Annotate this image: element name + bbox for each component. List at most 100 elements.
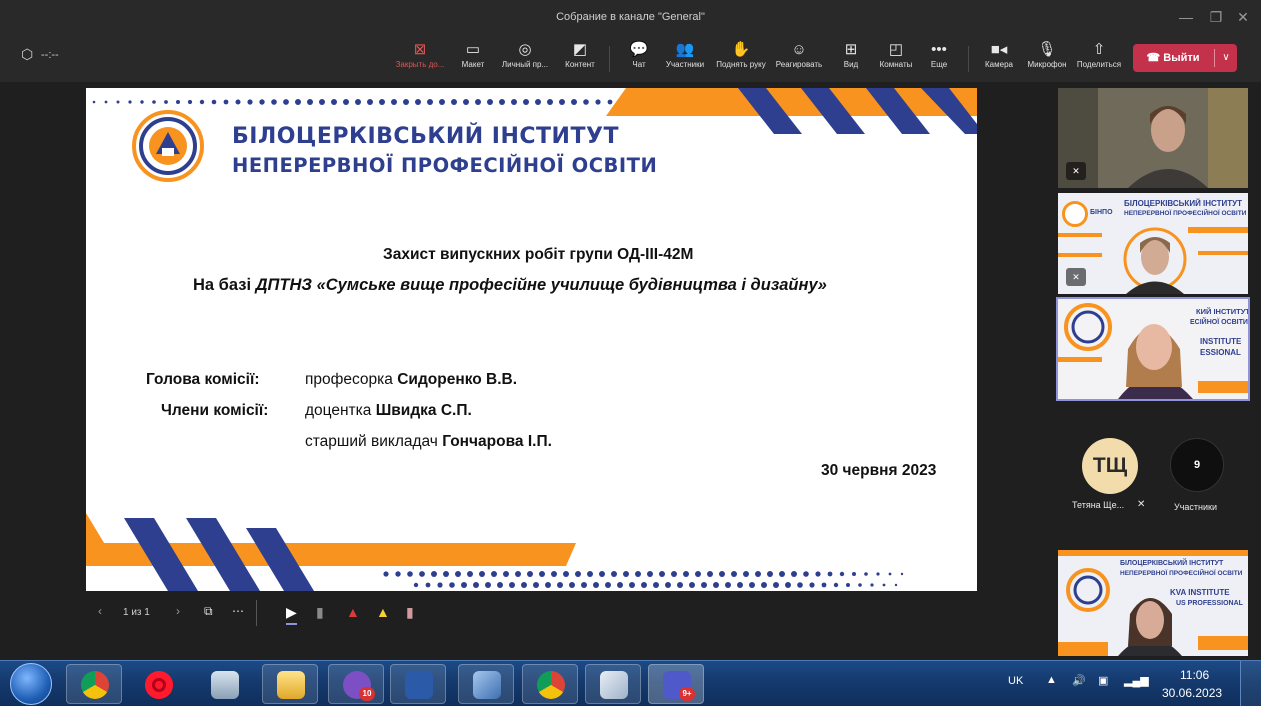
chair-value: професорка Сидоренко В.В. xyxy=(305,371,517,389)
participant-name: Тетяна Ще... xyxy=(1072,500,1125,510)
prev-slide-icon[interactable]: ‹ xyxy=(98,604,102,618)
tile4-text-1: БІЛОЦЕРКІВСЬКИЙ ІНСТИТУТ xyxy=(1120,560,1224,567)
chevron-down-icon[interactable]: ∨ xyxy=(1215,44,1237,72)
tile4-text-2: НЕПЕРЕРВНОЇ ПРОФЕСІЙНОЇ ОСВІТИ xyxy=(1120,570,1243,577)
teams-meeting-window: Собрание в канале "General" — ❐ ✕ ⬡ --:-… xyxy=(0,0,1261,706)
explorer-taskbar-button[interactable] xyxy=(262,664,318,704)
institute-logo xyxy=(132,110,204,182)
mic-off-icon: ✕ xyxy=(1137,499,1146,510)
clock-date[interactable]: 30.06.2023 xyxy=(1162,686,1222,700)
member-1: доцентка Швидка С.П. xyxy=(305,402,472,420)
slides-overview-icon[interactable]: ⧉ xyxy=(204,604,213,619)
member-2-role: старший викладач xyxy=(305,433,443,450)
participant-2-video xyxy=(1058,227,1248,294)
raise-hand-button[interactable]: ✋ Поднять руку xyxy=(710,40,772,78)
participants-count[interactable]: 9 xyxy=(1170,438,1224,492)
next-slide-icon[interactable]: › xyxy=(176,604,180,618)
member-2: старший викладач Гончарова І.П. xyxy=(305,433,552,451)
word-taskbar-button[interactable] xyxy=(390,664,446,704)
red-pen-icon[interactable]: ▲ xyxy=(346,604,360,620)
more-label: Еще xyxy=(930,60,948,69)
participant-video-4[interactable]: БІЛОЦЕРКІВСЬКИЙ ІНСТИТУТ НЕПЕРЕРВНОЇ ПРО… xyxy=(1058,550,1248,656)
tile3-text-1: КИЙ ІНСТИТУТ xyxy=(1196,307,1248,316)
tile4-text-3: KVA INSTITUTE xyxy=(1170,588,1230,597)
participant-avatar[interactable]: ТЩ xyxy=(1082,438,1138,494)
highlighter-icon[interactable]: ▲ xyxy=(376,604,390,620)
participants-count-label: Участники xyxy=(1174,502,1217,512)
title-bar: Собрание в канале "General" — ❐ ✕ xyxy=(0,0,1261,36)
participants-button[interactable]: 👥 Участники xyxy=(654,40,716,78)
participants-label: Участники xyxy=(665,60,705,69)
participant-video-1[interactable]: ✕ xyxy=(1058,88,1248,188)
participants-icon: 👥 xyxy=(675,41,695,58)
participant-video-3-active[interactable]: КИЙ ІНСТИТУТ ЕСІЙНОЇ ОСВІТИ INSTITUTE ES… xyxy=(1056,297,1250,401)
slide-controls: ‹ 1 из 1 › ⧉ ⋯ ▶ ▮ ▲ ▲ ▮ xyxy=(86,598,446,630)
tool-icon xyxy=(473,671,501,699)
network-icon[interactable]: ▣ xyxy=(1098,674,1108,687)
leave-button[interactable]: ☎ Выйти ∨ xyxy=(1133,44,1237,72)
tile3-text-2: ЕСІЙНОЇ ОСВІТИ xyxy=(1190,319,1248,326)
share-label: Поделиться xyxy=(1076,60,1122,69)
chair-role: професорка xyxy=(305,371,398,388)
chair-name: Сидоренко В.В. xyxy=(397,371,518,388)
eraser-icon[interactable]: ▮ xyxy=(406,604,414,621)
clock-time[interactable]: 11:06 xyxy=(1180,668,1209,682)
opera-taskbar-button[interactable] xyxy=(130,664,186,704)
chrome-taskbar-button[interactable] xyxy=(66,664,122,704)
controls-divider xyxy=(256,600,257,626)
calculator-icon xyxy=(211,671,239,699)
more-options-icon[interactable]: ⋯ xyxy=(232,604,244,618)
institute-name-line1: БІЛОЦЕРКІВСЬКИЙ ІНСТИТУТ xyxy=(232,124,619,149)
hand-icon: ✋ xyxy=(731,41,751,58)
member-1-role: доцентка xyxy=(305,402,376,419)
calculator-taskbar-button[interactable] xyxy=(196,664,252,704)
viber-badge: 10 xyxy=(359,687,375,701)
leave-label: Выйти xyxy=(1163,52,1200,64)
participant-video-2[interactable]: БІНПО БІЛОЦЕРКІВСЬКИЙ ІНСТИТУТ НЕПЕРЕРВН… xyxy=(1058,193,1248,294)
tile-abbr: БІНПО xyxy=(1090,209,1113,216)
snipping-taskbar-button[interactable] xyxy=(585,664,641,704)
viber-taskbar-button[interactable]: 10 xyxy=(328,664,384,704)
chrome-2-taskbar-button[interactable] xyxy=(522,664,578,704)
tile-text-2: НЕПЕРЕРВНОЇ ПРОФЕСІЙНОЇ ОСВІТИ xyxy=(1124,210,1247,217)
teams-badge: 9+ xyxy=(679,687,695,701)
more-button[interactable]: ••• Еще xyxy=(908,40,970,78)
member-2-name: Гончарова І.П. xyxy=(442,433,552,450)
raise-hand-label: Поднять руку xyxy=(716,60,766,69)
windows-taskbar: 10 9+ UK ▲ 🔊 ▣ ▂▄▆ 11:06 30.06.2023 xyxy=(0,660,1261,706)
mic-off-icon: ✕ xyxy=(1066,162,1086,180)
members-label: Члени комісії: xyxy=(161,402,269,419)
mic-off-icon: ✕ xyxy=(1066,268,1086,286)
subtitle-school: ДПТНЗ «Сумське вище професійне училище б… xyxy=(255,276,827,294)
show-desktop-button[interactable] xyxy=(1240,661,1261,706)
pen-icon[interactable]: ▮ xyxy=(316,604,324,621)
scissors-icon xyxy=(600,671,628,699)
slide-subtitle: Захист випускних робіт групи ОД-ІІІ-42М xyxy=(383,246,694,263)
tile3-text-3: INSTITUTE xyxy=(1200,337,1242,346)
tile3-text-4: ESSIONAL xyxy=(1200,348,1241,357)
meeting-toolbar: ⬡ --:-- ⊠ Закрыть до... ▭ Макет ◎ Личный… xyxy=(0,36,1261,82)
teams-taskbar-button[interactable]: 9+ xyxy=(648,664,704,704)
content-label: Контент xyxy=(565,60,595,69)
app-taskbar-button[interactable] xyxy=(458,664,514,704)
close-icon[interactable]: ✕ xyxy=(1233,8,1253,26)
share-icon: ⇧ xyxy=(1092,41,1106,58)
volume-icon[interactable]: 🔊 xyxy=(1072,674,1086,687)
personal-view-icon: ◎ xyxy=(518,41,532,58)
personal-view-label: Личный пр... xyxy=(501,60,549,69)
more-icon: ••• xyxy=(931,41,947,58)
chair-label: Голова комісії: xyxy=(146,371,260,388)
leave-main[interactable]: ☎ Выйти xyxy=(1133,44,1213,72)
content-button[interactable]: ◩ Контент xyxy=(549,40,611,78)
language-indicator[interactable]: UK xyxy=(1008,675,1023,687)
start-button-icon[interactable] xyxy=(10,663,52,705)
pointer-icon[interactable]: ▶ xyxy=(286,604,297,625)
participant-1-video xyxy=(1058,88,1248,188)
share-button[interactable]: ⇧ Поделиться xyxy=(1068,40,1130,78)
tray-expand-icon[interactable]: ▲ xyxy=(1046,674,1057,686)
signal-icon[interactable]: ▂▄▆ xyxy=(1124,674,1149,687)
minimize-icon[interactable]: — xyxy=(1176,8,1196,26)
personal-view-button[interactable]: ◎ Личный пр... xyxy=(494,40,556,78)
chrome-icon xyxy=(537,671,565,699)
maximize-icon[interactable]: ❐ xyxy=(1206,8,1226,26)
